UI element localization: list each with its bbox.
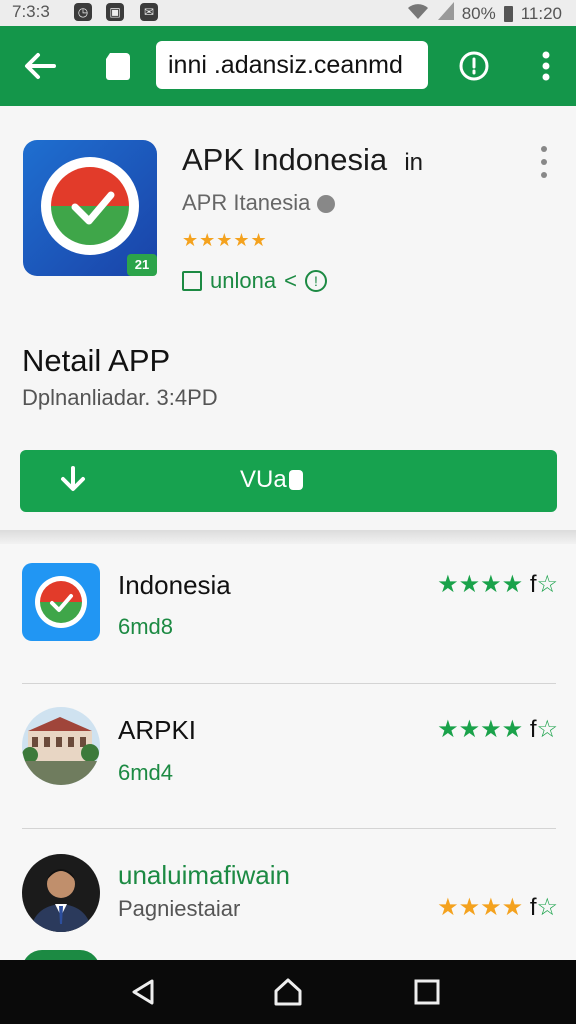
status-bar: 7:3:3 ◷ ▣ ✉ 80% 11:20 [0,0,576,26]
app-tag[interactable]: unlona < ! [182,268,327,294]
info-icon[interactable] [448,40,500,92]
system-nav-bar [0,960,576,1024]
related-apps-list: Indonesia 6md8 ★★★★ f☆ ARPKI 6md4 ★★★★ f… [0,544,576,960]
info-circle-icon: ! [304,270,327,292]
list-item-title: ARPKI [118,715,197,745]
nav-home-icon[interactable] [266,970,310,1014]
download-button[interactable]: VUa [20,450,557,512]
mail-icon: ✉ [140,3,158,21]
battery-percent: 80% [461,3,496,23]
list-item-subtitle: 6md8 [118,614,174,639]
wifi-icon [406,2,430,25]
list-item-rating: ★★★★ f☆ [437,716,558,743]
download-icon [58,464,88,504]
app-menu-more-icon[interactable] [534,142,554,182]
list-item[interactable]: unaluimafiwain Pagniestaiar ★★★★ f☆ [0,829,576,960]
status-clock: 11:20 [520,3,562,23]
partial-list-item [22,950,100,960]
signal-icon [437,2,454,25]
list-item-rating: ★★★★ f☆ [437,894,558,921]
list-item-subtitle: Pagniestaiar [118,896,241,921]
more-vert-icon[interactable] [520,40,572,92]
app-header-card: 21 APK Indonesia in APR Itanesia ★★★★★ u… [0,106,576,530]
back-arrow-icon[interactable] [14,40,66,92]
app-logo-icon: 21 [23,140,157,276]
detail-title: Netail APP [22,343,171,378]
list-item-title: Indonesia [118,570,231,600]
nav-recents-icon[interactable] [405,970,449,1014]
browser-toolbar: inni .adansiz.ceanmd [0,26,576,106]
detail-subtitle: Dplnanliadar. 3:4PD [22,385,218,410]
list-item-rating: ★★★★ f☆ [437,571,558,598]
person-avatar-icon [22,854,100,932]
app-title: APK Indonesia in [182,142,424,177]
building-photo-icon [22,707,100,785]
hand-icon [288,470,303,490]
app-developer: APR Itanesia [182,190,335,216]
list-item-title: unaluimafiwain [118,860,290,890]
notification-icon: ▣ [106,3,124,21]
nav-back-icon[interactable] [121,970,165,1014]
battery-icon [503,5,513,22]
clock-icon: ◷ [74,3,92,21]
app-icon-badge: 21 [127,254,157,276]
app-logo-icon [22,563,100,641]
url-field[interactable]: inni .adansiz.ceanmd [156,41,428,89]
status-time: 7:3:3 [12,2,50,21]
tag-box-icon [182,271,202,291]
verified-badge-icon [316,195,335,214]
list-item[interactable]: ARPKI 6md4 ★★★★ f☆ [0,684,576,829]
download-label: VUa [240,466,303,494]
tab-icon[interactable] [92,40,144,92]
list-item-subtitle: 6md4 [118,760,174,785]
section-divider [0,530,576,544]
chevron-left-icon: < [284,268,297,293]
app-rating-stars: ★★★★★ [182,230,268,250]
list-item[interactable]: Indonesia 6md8 ★★★★ f☆ [0,544,576,684]
